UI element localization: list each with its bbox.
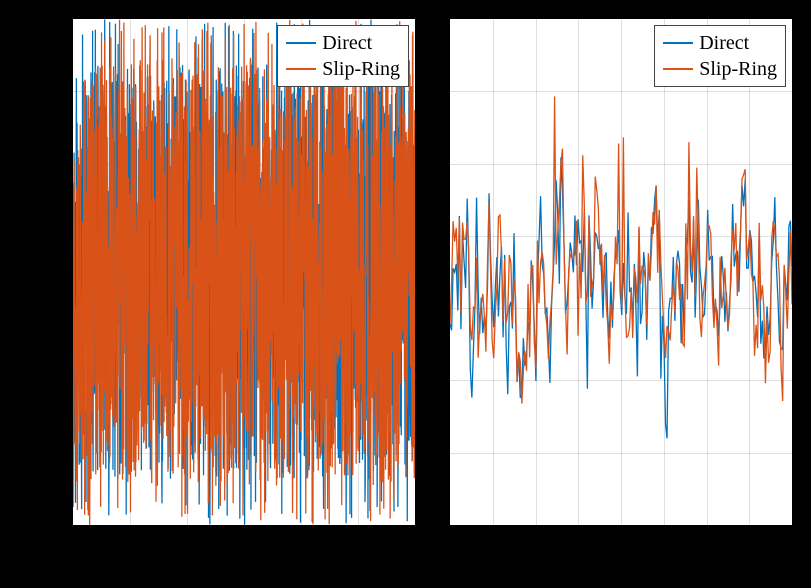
legend-right: Direct Slip-Ring <box>654 25 786 87</box>
legend-entry-slipring: Slip-Ring <box>663 56 777 82</box>
plot-area-left: Direct Slip-Ring <box>72 18 416 526</box>
legend-swatch-slipring <box>663 68 693 71</box>
legend-label-direct: Direct <box>322 30 372 56</box>
legend-entry-direct: Direct <box>286 30 400 56</box>
legend-swatch-direct <box>663 42 693 45</box>
chart-left: Direct Slip-Ring <box>72 18 416 526</box>
series-canvas-right <box>450 19 792 525</box>
legend-entry-slipring: Slip-Ring <box>286 56 400 82</box>
plot-area-right: Direct Slip-Ring <box>449 18 793 526</box>
legend-label-slipring: Slip-Ring <box>322 56 400 82</box>
legend-swatch-direct <box>286 42 316 45</box>
legend-swatch-slipring <box>286 68 316 71</box>
chart-right: Direct Slip-Ring <box>449 18 793 526</box>
legend-label-slipring: Slip-Ring <box>699 56 777 82</box>
legend-label-direct: Direct <box>699 30 749 56</box>
legend-left: Direct Slip-Ring <box>277 25 409 87</box>
legend-entry-direct: Direct <box>663 30 777 56</box>
series-canvas-left <box>73 19 415 525</box>
